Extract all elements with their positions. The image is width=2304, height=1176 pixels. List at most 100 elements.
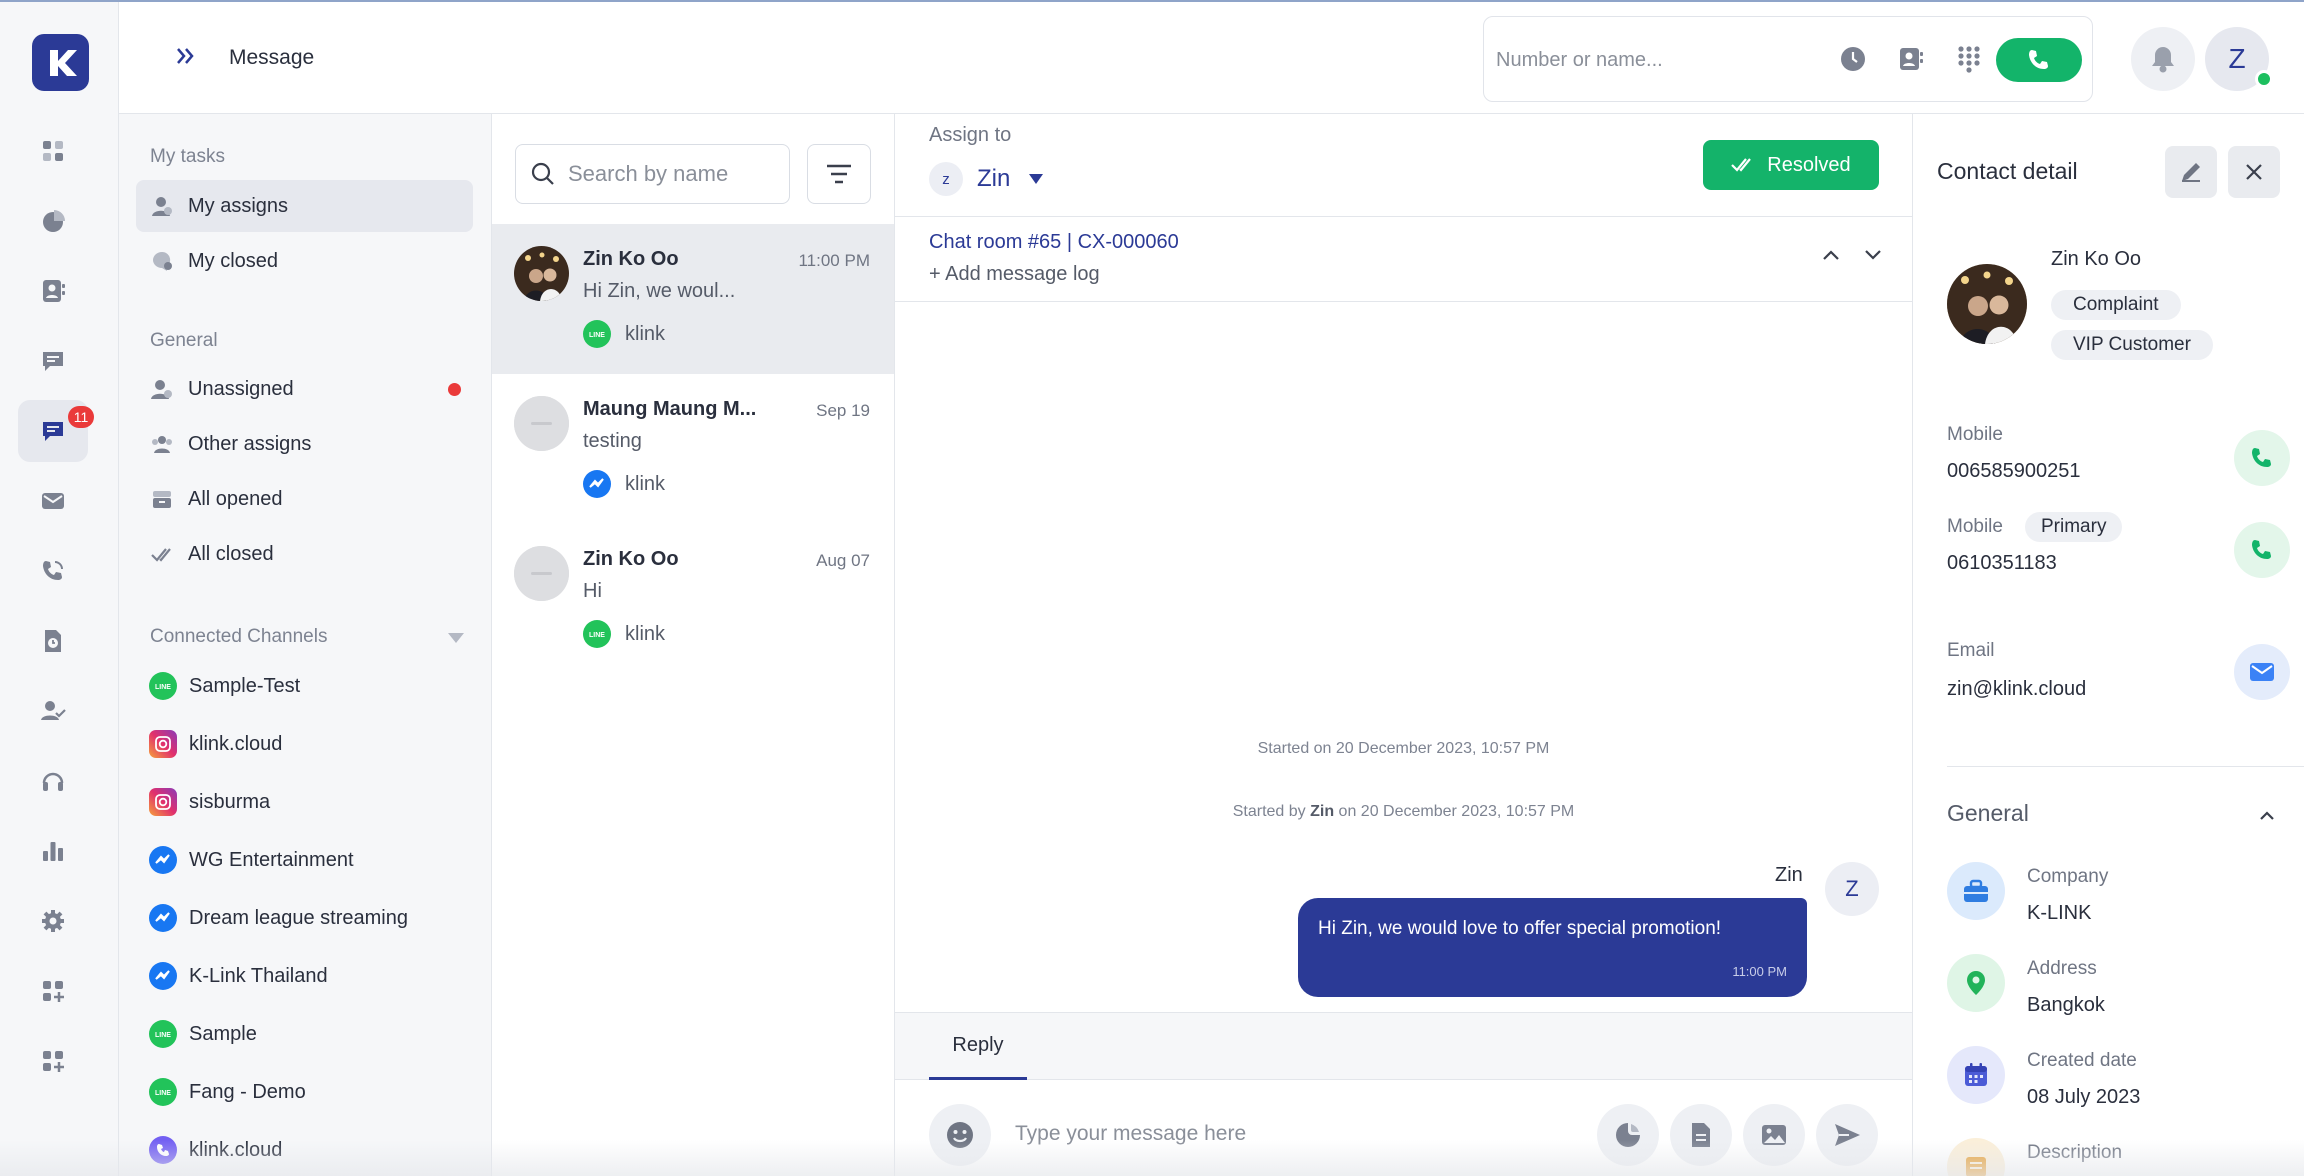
svg-text:LINE: LINE (589, 632, 605, 639)
chevron-up-icon[interactable] (1817, 241, 1845, 269)
user-check-icon[interactable] (18, 680, 88, 742)
send-icon[interactable] (1816, 1104, 1878, 1166)
tab-reply[interactable]: Reply (929, 1013, 1027, 1080)
pie-chart-icon[interactable] (18, 190, 88, 252)
klink-logo[interactable] (32, 34, 89, 91)
page-title: Message (229, 46, 315, 69)
dialer-input[interactable] (1496, 45, 1816, 75)
call-mobile-button[interactable] (2234, 430, 2290, 486)
dialpad-icon[interactable] (1952, 42, 1986, 76)
assign-label: Assign to (929, 124, 1012, 146)
channel-item[interactable]: WG Entertainment (149, 840, 354, 880)
settings-icon[interactable] (18, 890, 88, 952)
channel-item[interactable]: K-Link Thailand (149, 956, 328, 996)
nav-item-all-opened[interactable]: All opened (136, 473, 473, 525)
channel-item[interactable]: sisburma (149, 782, 270, 822)
channel-item[interactable]: LINE Sample (149, 1014, 257, 1054)
contact-avatar (1947, 264, 2027, 344)
search-box[interactable] (515, 144, 790, 204)
tag-complaint: Complaint (2051, 290, 2181, 320)
call-mobile-button[interactable] (2234, 522, 2290, 578)
edit-contact-button[interactable] (2165, 146, 2217, 198)
conversation-channel: LINE klink (583, 620, 665, 648)
chat-bubble-icon (150, 249, 174, 273)
call-history-icon[interactable] (1836, 42, 1870, 76)
nav-item-my-closed[interactable]: My closed (136, 235, 473, 287)
file-icon[interactable] (1670, 1104, 1732, 1166)
nav-item-label: Unassigned (188, 377, 294, 400)
chat-icon[interactable]: 11 (18, 400, 94, 462)
address-value: Bangkok (2027, 994, 2105, 1016)
contact-book-icon[interactable] (1894, 42, 1928, 76)
search-input[interactable] (568, 161, 778, 187)
viber-icon (149, 1136, 177, 1164)
conversation-item[interactable]: Zin Ko Oo Aug 07 Hi LINE klink (492, 524, 894, 674)
bar-chart-icon[interactable] (18, 820, 88, 882)
contact-avatar (514, 396, 569, 451)
channel-label: sisburma (189, 790, 271, 813)
channel-item[interactable]: Dream league streaming (149, 898, 408, 938)
channel-item[interactable]: klink.cloud (149, 724, 282, 764)
conversation-time: Aug 07 (816, 551, 870, 570)
nav-item-label: My closed (188, 249, 279, 272)
chevron-down-icon[interactable] (1859, 241, 1887, 269)
tag-vip-customer: VIP Customer (2051, 330, 2213, 360)
nav-item-my-assigns[interactable]: My assigns (136, 180, 473, 232)
conversation-name: Zin Ko Oo (583, 248, 679, 270)
headset-icon[interactable] (18, 750, 88, 812)
channel-label: K-Link Thailand (189, 964, 328, 987)
add-message-log-link[interactable]: + Add message log (929, 263, 1100, 286)
mobile-label: Mobile (1947, 516, 2003, 537)
nav-item-other-assigns[interactable]: Other assigns (136, 418, 473, 470)
online-status-dot (2255, 70, 2273, 88)
expand-sidebar-icon[interactable] (171, 42, 199, 70)
conversation-item[interactable]: Maung Maung M... Sep 19 testing klink (492, 374, 894, 524)
line-icon: LINE (149, 1078, 177, 1106)
unassigned-alert-dot (448, 383, 461, 396)
instagram-icon (149, 730, 177, 758)
dropdown-caret-icon (1028, 173, 1044, 185)
divider (1947, 766, 2304, 767)
created-date-value: 08 July 2023 (2027, 1086, 2141, 1108)
line-icon: LINE (149, 1020, 177, 1048)
add-app-icon[interactable] (18, 1030, 88, 1092)
chevron-up-icon[interactable] (2255, 804, 2279, 828)
channel-item[interactable]: LINE Sample-Test (149, 666, 300, 706)
conversation-item[interactable]: Zin Ko Oo 11:00 PM Hi Zin, we woul... LI… (492, 224, 894, 374)
message-sender: Zin (1775, 864, 1803, 886)
svg-text:LINE: LINE (155, 1032, 171, 1039)
filter-button[interactable] (807, 144, 871, 204)
mail-icon[interactable] (18, 470, 88, 532)
contact-avatar (514, 246, 569, 301)
filter-icon (827, 164, 851, 184)
nav-item-unassigned[interactable]: Unassigned (136, 363, 473, 415)
phone-call-icon[interactable] (18, 540, 88, 602)
top-header: Message Z (119, 2, 2304, 114)
started-by-prefix: Started by (1232, 803, 1311, 820)
call-button[interactable] (1996, 38, 2082, 82)
assignee-dropdown[interactable]: z Zin (929, 162, 1044, 196)
sticker-icon[interactable] (1597, 1104, 1659, 1166)
history-file-icon[interactable] (18, 610, 88, 672)
send-email-button[interactable] (2234, 644, 2290, 700)
users-group-icon (150, 432, 174, 456)
contacts-icon[interactable] (18, 260, 88, 322)
channel-item[interactable]: klink.cloud (149, 1130, 282, 1170)
dashboard-icon[interactable] (18, 120, 88, 182)
conversation-preview: testing (583, 430, 642, 452)
message-input[interactable] (1015, 1118, 1535, 1150)
resolved-button[interactable]: Resolved (1703, 140, 1879, 190)
pencil-icon (2182, 163, 2200, 182)
notes-icon[interactable] (18, 330, 88, 392)
nav-item-all-closed[interactable]: All closed (136, 528, 473, 580)
notification-bell-icon[interactable] (2131, 27, 2195, 91)
chat-room-title[interactable]: Chat room #65 | CX-000060 (929, 231, 1179, 254)
created-date-label: Created date (2027, 1050, 2137, 1071)
contact-name: Zin Ko Oo (2051, 248, 2142, 270)
add-app-icon[interactable] (18, 960, 88, 1022)
close-panel-button[interactable] (2228, 146, 2280, 198)
channel-item[interactable]: LINE Fang - Demo (149, 1072, 306, 1112)
image-icon[interactable] (1743, 1104, 1805, 1166)
collapse-triangle-icon[interactable] (447, 632, 465, 644)
emoji-icon[interactable] (929, 1104, 991, 1166)
